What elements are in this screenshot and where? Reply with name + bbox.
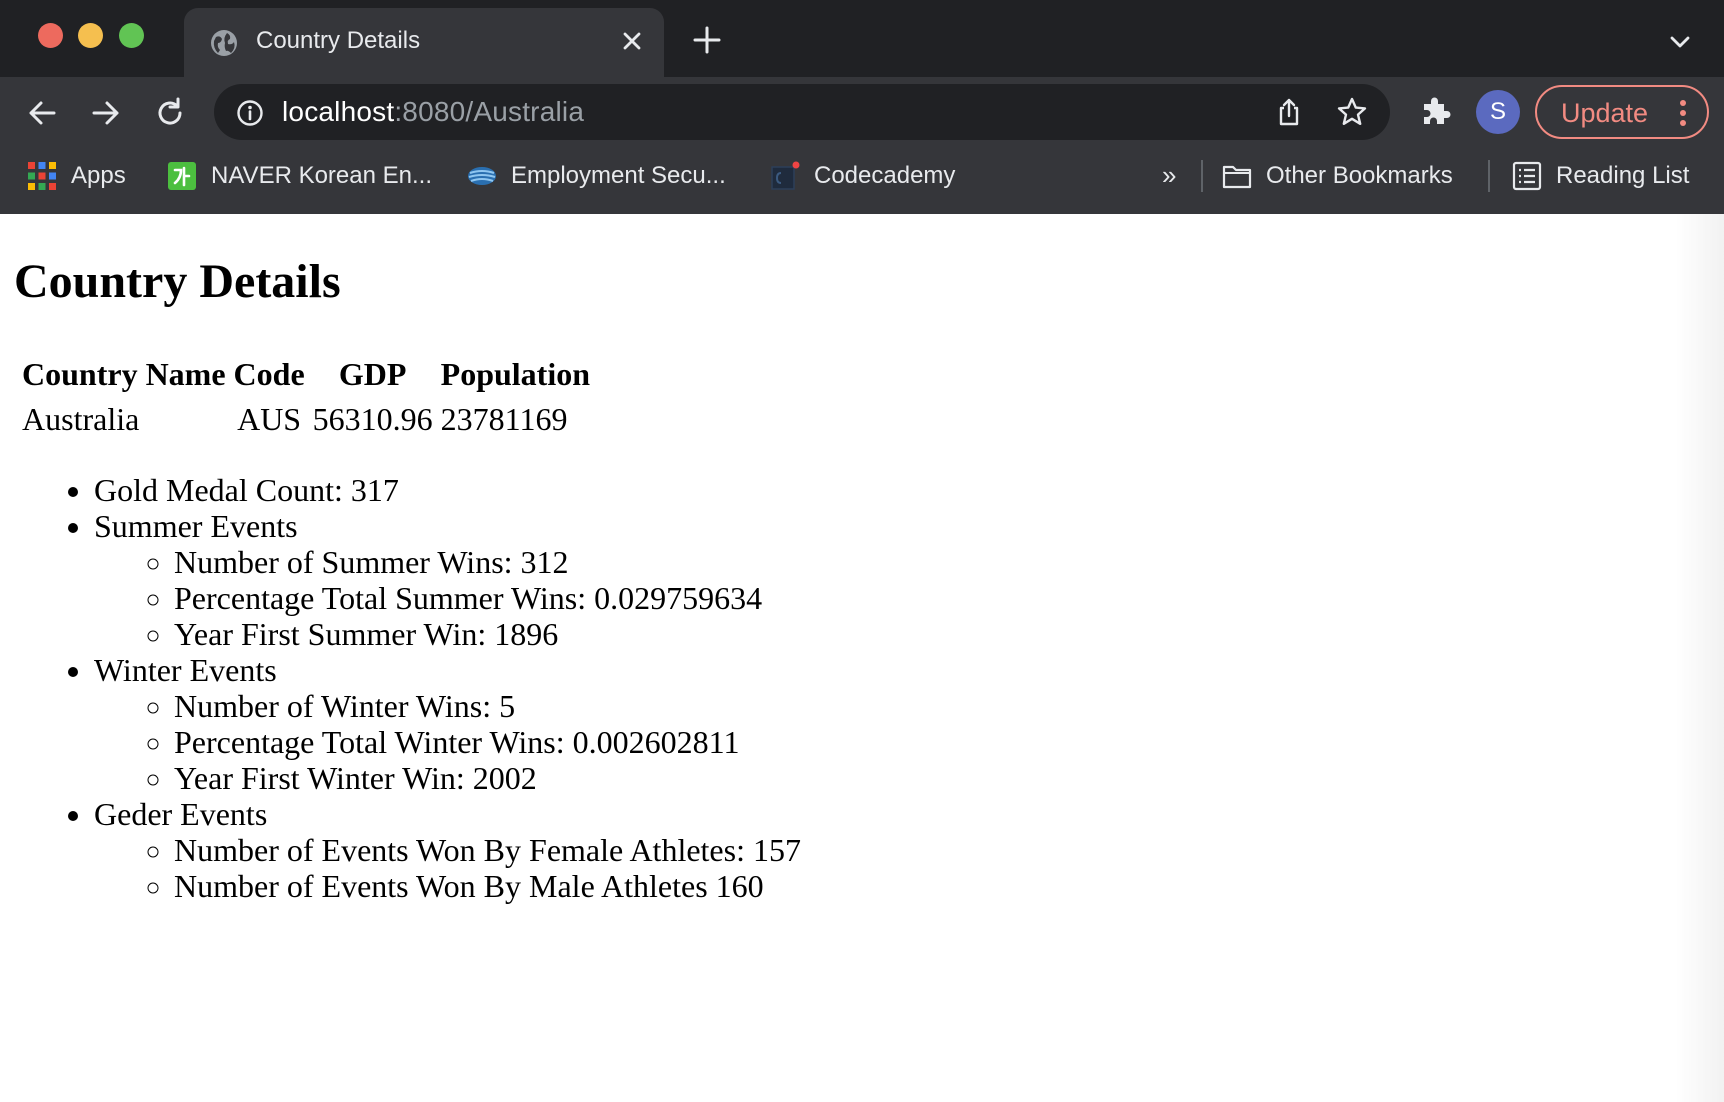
gender-events-label: Geder Events (94, 796, 268, 832)
info-icon[interactable] (236, 99, 264, 127)
summer-events-item: Summer Events Number of Summer Wins: 312… (94, 508, 801, 652)
address-bar[interactable]: localhost:8080/Australia (214, 84, 1390, 140)
kebab-menu-icon[interactable] (1679, 99, 1687, 127)
folder-icon (1222, 165, 1252, 189)
gdp-cell: 56310.96 (312, 401, 433, 437)
page-edge-shadow (1676, 214, 1724, 1102)
bookmarks-divider (1488, 160, 1490, 192)
winter-events-label: Winter Events (94, 652, 277, 688)
page-content: Country Details Country Name Code GDP Po… (0, 214, 1724, 1102)
bookmarks-overflow-chevron[interactable]: » (1162, 160, 1176, 191)
bookmark-employment[interactable]: Employment Secu... (467, 158, 726, 194)
summer-events-label: Summer Events (94, 508, 298, 544)
bookmark-star-icon[interactable] (1336, 96, 1368, 128)
list-item: Percentage Total Summer Wins: 0.02975963… (174, 580, 801, 616)
extensions-puzzle-icon[interactable] (1418, 94, 1452, 128)
close-window-button[interactable] (38, 23, 63, 48)
country-table: Country Name Code GDP Population Austral… (16, 350, 596, 444)
naver-icon (168, 162, 196, 190)
apps-grid-icon (28, 162, 56, 190)
tab-title: Country Details (256, 27, 421, 54)
zoom-window-button[interactable] (119, 23, 144, 48)
update-button[interactable]: Update (1535, 85, 1709, 139)
gender-events-list: Number of Events Won By Female Athletes:… (174, 832, 801, 904)
column-header: Population (440, 356, 591, 392)
list-item: Number of Winter Wins: 5 (174, 688, 801, 724)
country-name-cell: Australia (22, 401, 140, 437)
bookmark-codecademy[interactable]: Codecademy (770, 158, 955, 194)
bookmark-label: Apps (71, 162, 126, 189)
share-icon[interactable] (1274, 97, 1304, 127)
globe-icon (211, 30, 237, 56)
gender-events-item: Geder Events Number of Events Won By Fem… (94, 796, 801, 904)
list-item: Number of Events Won By Female Athletes:… (174, 832, 801, 868)
column-header: Country Name (22, 356, 226, 392)
bookmark-label: Employment Secu... (511, 162, 726, 189)
url-text[interactable]: localhost:8080/Australia (282, 96, 584, 128)
plus-icon[interactable] (692, 25, 722, 55)
table-header-row: Country Name Code GDP Population (20, 354, 592, 395)
bookmark-other-bookmarks[interactable]: Other Bookmarks (1222, 158, 1453, 194)
tab-country-details[interactable]: Country Details (184, 8, 664, 77)
bookmark-label: NAVER Korean En... (211, 162, 432, 189)
gold-medal-count: Gold Medal Count: 317 (94, 472, 801, 508)
chevron-down-icon[interactable] (1666, 28, 1694, 56)
list-item: Number of Summer Wins: 312 (174, 544, 801, 580)
update-label: Update (1561, 98, 1649, 128)
reading-list-icon (1512, 161, 1542, 191)
bookmarks-divider (1201, 160, 1203, 192)
url-path: :8080/Australia (394, 96, 585, 127)
winter-events-list: Number of Winter Wins: 5 Percentage Tota… (174, 688, 801, 796)
url-host: localhost (282, 96, 395, 127)
back-arrow-icon[interactable] (25, 96, 59, 130)
bookmark-apps[interactable]: Apps (27, 158, 126, 194)
minimize-window-button[interactable] (78, 23, 103, 48)
column-header: Code (233, 356, 305, 392)
list-item: Year First Summer Win: 1896 (174, 616, 801, 652)
bookmark-reading-list[interactable]: Reading List (1512, 158, 1689, 194)
page-heading: Country Details (14, 255, 341, 308)
population-cell: 23781169 (440, 401, 568, 437)
browser-chrome: Country Details localhost:8080/Australia (0, 0, 1724, 214)
close-icon[interactable] (617, 26, 647, 56)
country-code-cell: AUS (237, 401, 302, 437)
bookmark-label: Reading List (1556, 162, 1690, 189)
list-item: Percentage Total Winter Wins: 0.00260281… (174, 724, 801, 760)
medal-stats-list: Gold Medal Count: 317 Summer Events Numb… (94, 472, 801, 904)
tab-strip: Country Details (0, 0, 1724, 77)
list-item: Year First Winter Win: 2002 (174, 760, 801, 796)
bookmark-label: Other Bookmarks (1266, 162, 1453, 189)
reload-icon[interactable] (153, 96, 187, 130)
summer-events-list: Number of Summer Wins: 312 Percentage To… (174, 544, 801, 652)
forward-arrow-icon[interactable] (89, 96, 123, 130)
list-item: Number of Events Won By Male Athletes 16… (174, 868, 801, 904)
employment-icon (468, 167, 496, 185)
bookmark-naver[interactable]: NAVER Korean En... (167, 158, 432, 194)
column-header: GDP (338, 356, 407, 392)
winter-events-item: Winter Events Number of Winter Wins: 5 P… (94, 652, 801, 796)
profile-avatar[interactable]: S (1476, 90, 1520, 134)
bookmark-label: Codecademy (814, 162, 956, 189)
table-row: Australia AUS 56310.96 23781169 (20, 399, 592, 440)
codecademy-icon (771, 161, 800, 190)
